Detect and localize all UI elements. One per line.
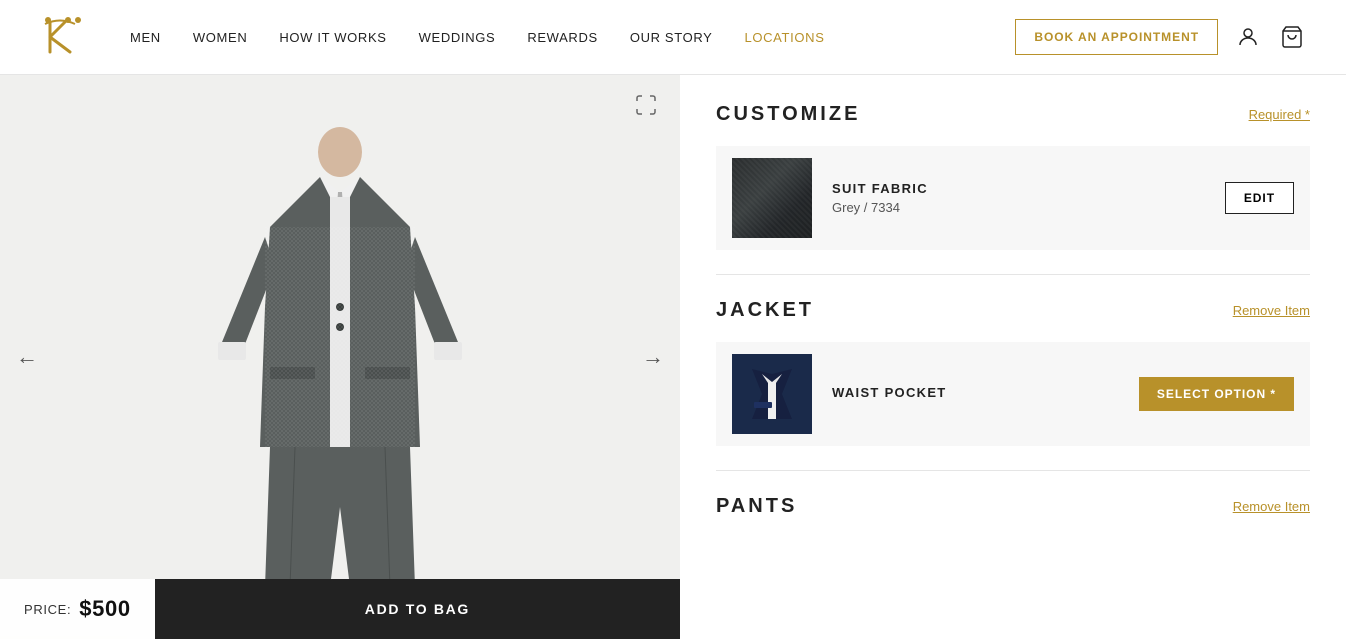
divider-1 <box>716 274 1310 275</box>
next-image-button[interactable]: → <box>642 344 664 370</box>
price-amount: $500 <box>79 596 131 622</box>
brand-logo[interactable] <box>40 12 90 62</box>
expand-icon[interactable] <box>634 93 662 121</box>
suit-fabric-info: SUIT FABRIC Grey / 7334 <box>832 181 1205 215</box>
nav-locations[interactable]: LOCATIONS <box>745 30 825 45</box>
product-image-section: ← → <box>0 75 680 639</box>
customize-section-header: CUSTOMIZE Required * <box>716 103 1310 126</box>
suit-fabric-thumbnail <box>732 158 812 238</box>
customize-title: CUSTOMIZE <box>716 103 860 126</box>
waist-pocket-select-button[interactable]: SELECT OPTION * <box>1139 377 1294 411</box>
book-appointment-button[interactable]: BOOK AN APPOINTMENT <box>1015 19 1218 55</box>
jacket-title: JACKET <box>716 299 814 322</box>
nav-women[interactable]: WOMEN <box>193 30 248 45</box>
pants-section-header: PANTS Remove Item <box>716 495 1310 518</box>
prev-image-button[interactable]: ← <box>16 344 38 370</box>
main-content: ← → <box>0 75 1346 639</box>
price-add-bar: PRICE: $500 ADD TO BAG <box>0 579 680 639</box>
nav-our-story[interactable]: OUR STORY <box>630 30 713 45</box>
suit-fabric-name: SUIT FABRIC <box>832 181 1205 196</box>
user-icon[interactable] <box>1234 23 1262 51</box>
add-to-bag-button[interactable]: ADD TO BAG <box>155 579 680 639</box>
pants-remove-link[interactable]: Remove Item <box>1233 499 1310 514</box>
suit-fabric-card: SUIT FABRIC Grey / 7334 EDIT <box>716 146 1310 250</box>
pants-title: PANTS <box>716 495 797 518</box>
waist-pocket-info: WAIST POCKET <box>832 385 1119 404</box>
nav-how-it-works[interactable]: HOW IT WORKS <box>279 30 386 45</box>
nav-men[interactable]: MEN <box>130 30 161 45</box>
customization-panel: CUSTOMIZE Required * SUIT FABRIC Grey / … <box>680 75 1346 639</box>
nav-right: BOOK AN APPOINTMENT <box>1015 19 1306 55</box>
nav-links: MEN WOMEN HOW IT WORKS WEDDINGS REWARDS … <box>130 30 1015 45</box>
waist-pocket-thumbnail <box>732 354 812 434</box>
nav-rewards[interactable]: REWARDS <box>527 30 598 45</box>
suit-fabric-value: Grey / 7334 <box>832 200 1205 215</box>
waist-pocket-name: WAIST POCKET <box>832 385 1119 400</box>
nav-weddings[interactable]: WEDDINGS <box>419 30 496 45</box>
price-label-text: PRICE: <box>24 602 71 617</box>
jacket-section-header: JACKET Remove Item <box>716 299 1310 322</box>
shopping-bag-icon[interactable] <box>1278 23 1306 51</box>
waist-pocket-card: WAIST POCKET SELECT OPTION * <box>716 342 1310 446</box>
price-display: PRICE: $500 <box>0 579 155 639</box>
divider-2 <box>716 470 1310 471</box>
jacket-remove-link[interactable]: Remove Item <box>1233 303 1310 318</box>
suit-image <box>0 75 680 639</box>
required-link[interactable]: Required * <box>1249 107 1310 122</box>
suit-fabric-edit-button[interactable]: EDIT <box>1225 182 1294 214</box>
navigation: MEN WOMEN HOW IT WORKS WEDDINGS REWARDS … <box>0 0 1346 75</box>
